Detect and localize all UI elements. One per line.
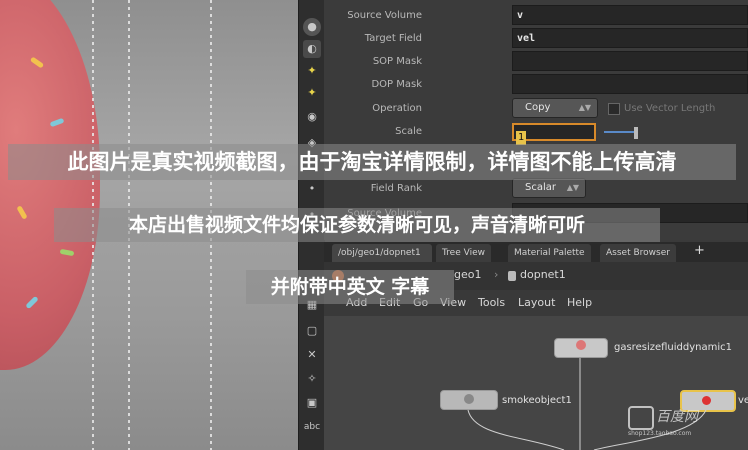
param-row-dop-mask: DOP Mask [324, 74, 748, 96]
add-tab-button[interactable]: + [694, 243, 705, 258]
tab-material-palette[interactable]: Material Palette [508, 244, 591, 262]
menu-tools[interactable]: Tools [478, 290, 505, 316]
field-rank-menu[interactable]: Scalar ▲▼ [512, 178, 586, 198]
watermark-icon [628, 406, 654, 430]
scale-field[interactable]: 1 [512, 123, 596, 145]
overlay-banner-2: 本店出售视频文件均保证参数清晰可见，声音清晰可听 [54, 208, 660, 242]
parameter-panel: Source Volume v Target Field vel SOP Mas… [324, 0, 748, 240]
scale-value: 1 [516, 131, 527, 145]
path-dopnet[interactable]: dopnet1 [520, 268, 566, 281]
tab-tree-view[interactable]: Tree View [436, 244, 491, 262]
param-label: Scale [395, 126, 422, 137]
param-row-target-field: Target Field vel [324, 28, 748, 50]
use-vector-length-label: Use Vector Length [624, 103, 716, 114]
path-geo[interactable]: geo1 [454, 268, 481, 281]
scale-slider-track-fill [604, 131, 634, 133]
text-tool-icon[interactable]: abc [303, 418, 321, 436]
param-label: Target Field [364, 33, 422, 44]
watermark-text: 百度网 [656, 409, 698, 425]
param-row-operation: Operation Copy ▲▼ Use Vector Length [324, 98, 748, 120]
param-label: Source Volume [347, 10, 422, 21]
tool-icon[interactable]: ✧ [303, 370, 321, 388]
updown-arrows-icon: ▲▼ [566, 183, 579, 192]
param-label: SOP Mask [372, 56, 422, 67]
tool-icon[interactable]: ▢ [303, 322, 321, 340]
path-separator-icon: › [494, 268, 499, 281]
watermark-logo: 百度网 shop123.taobao.com [628, 404, 724, 438]
dop-mask-field[interactable] [512, 74, 748, 94]
param-label: Operation [372, 103, 422, 114]
operation-value: Copy [525, 102, 551, 113]
tool-icon[interactable]: ▣ [303, 394, 321, 412]
watermark-sub: shop123.taobao.com [628, 430, 692, 437]
menu-layout[interactable]: Layout [518, 290, 555, 316]
param-row-sop-mask: SOP Mask [324, 51, 748, 73]
scale-slider-handle[interactable] [634, 127, 638, 139]
tab-network[interactable]: /obj/geo1/dopnet1 [332, 244, 432, 262]
field-rank-value: Scalar [525, 182, 556, 193]
menu-help[interactable]: Help [567, 290, 592, 316]
sop-mask-field[interactable] [512, 51, 748, 71]
target-field-field[interactable]: vel [512, 28, 748, 48]
overlay-banner-1: 此图片是真实视频截图，由于淘宝详情限制，详情图不能上传高清 [8, 144, 736, 180]
donut-mesh [0, 0, 100, 370]
dopnet-icon [508, 271, 516, 281]
param-label: Field Rank [370, 183, 422, 194]
param-label: DOP Mask [371, 79, 422, 90]
tab-asset-browser[interactable]: Asset Browser [600, 244, 676, 262]
param-row-field-rank: Field Rank Scalar ▲▼ [324, 178, 748, 200]
overlay-banner-3: 并附带中英文 字幕 [246, 270, 454, 304]
use-vector-length-checkbox[interactable] [608, 103, 620, 115]
param-row-scale: Scale 1 [324, 121, 748, 145]
source-volume-field[interactable]: v [512, 5, 748, 25]
pane-tabs: /obj/geo1/dopnet1 Tree View Material Pal… [324, 242, 748, 262]
updown-arrows-icon: ▲▼ [578, 103, 591, 112]
tool-icon[interactable]: ✕ [303, 346, 321, 364]
param-row-source-volume: Source Volume v [324, 5, 748, 27]
operation-menu[interactable]: Copy ▲▼ [512, 98, 598, 118]
